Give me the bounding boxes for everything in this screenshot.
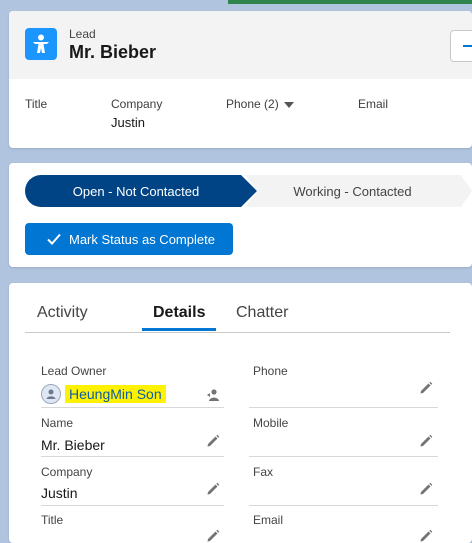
tab-details[interactable]: Details <box>153 304 205 322</box>
field-divider <box>41 505 224 506</box>
field-divider <box>249 505 438 506</box>
header-field-phone-dropdown[interactable]: Phone (2) <box>226 97 294 111</box>
edit-pencil-icon[interactable] <box>206 529 220 543</box>
lead-owner-link[interactable]: HeungMin Son <box>65 385 166 403</box>
field-divider <box>41 407 224 408</box>
field-divider <box>249 407 438 408</box>
chevron-down-icon <box>283 101 294 108</box>
lead-owner-label: Lead Owner <box>41 364 107 378</box>
record-name: Mr. Bieber <box>69 42 157 62</box>
phone-label: Phone <box>253 364 288 378</box>
mark-status-complete-label: Mark Status as Complete <box>69 231 215 247</box>
record-header-title-area: Lead Mr. Bieber <box>9 11 472 79</box>
header-field-company-value: Justin <box>111 115 145 130</box>
header-field-phone-label: Phone (2) <box>226 97 279 111</box>
edit-pencil-icon[interactable] <box>206 434 220 448</box>
lead-owner-field: HeungMin Son <box>41 384 166 404</box>
avatar <box>41 384 61 404</box>
lead-icon <box>25 28 57 60</box>
edit-pencil-icon[interactable] <box>419 529 433 543</box>
name-label: Name <box>41 416 74 430</box>
edit-pencil-icon[interactable] <box>419 482 433 496</box>
follow-button[interactable] <box>450 30 472 62</box>
header-field-email-label: Email <box>358 97 389 111</box>
field-divider <box>249 456 438 457</box>
edit-pencil-icon[interactable] <box>419 381 433 395</box>
tab-activity[interactable]: Activity <box>37 304 88 322</box>
top-progress-strip <box>228 0 472 4</box>
company-value: Justin <box>41 485 78 501</box>
edit-pencil-icon[interactable] <box>206 482 220 496</box>
record-header: Lead Mr. Bieber Title Company Justin Pho… <box>9 11 472 148</box>
tab-bar: Activity Details Chatter <box>25 283 450 333</box>
plus-icon <box>463 45 472 47</box>
email-label: Email <box>253 513 284 527</box>
title-label: Title <box>41 513 64 527</box>
details-card: Activity Details Chatter Lead Owner Heun… <box>9 283 472 543</box>
status-path: Open - Not Contacted Working - Contacted… <box>9 163 472 267</box>
company-label: Company <box>41 465 93 479</box>
tab-chatter[interactable]: Chatter <box>236 304 288 322</box>
object-type-label: Lead <box>69 27 96 41</box>
checkmark-icon <box>47 233 61 245</box>
mark-status-complete-button[interactable]: Mark Status as Complete <box>25 223 233 255</box>
mobile-label: Mobile <box>253 416 289 430</box>
field-divider <box>41 456 224 457</box>
path-stage-working-contacted[interactable]: Working - Contacted <box>245 175 472 207</box>
change-owner-icon[interactable] <box>206 388 222 402</box>
header-field-company-label: Company <box>111 97 163 111</box>
active-tab-indicator <box>142 328 216 331</box>
name-value: Mr. Bieber <box>41 437 105 453</box>
header-field-title-label: Title <box>25 97 48 111</box>
path-stage-open-not-contacted[interactable]: Open - Not Contacted <box>25 175 257 207</box>
fax-label: Fax <box>253 465 274 479</box>
edit-pencil-icon[interactable] <box>419 434 433 448</box>
